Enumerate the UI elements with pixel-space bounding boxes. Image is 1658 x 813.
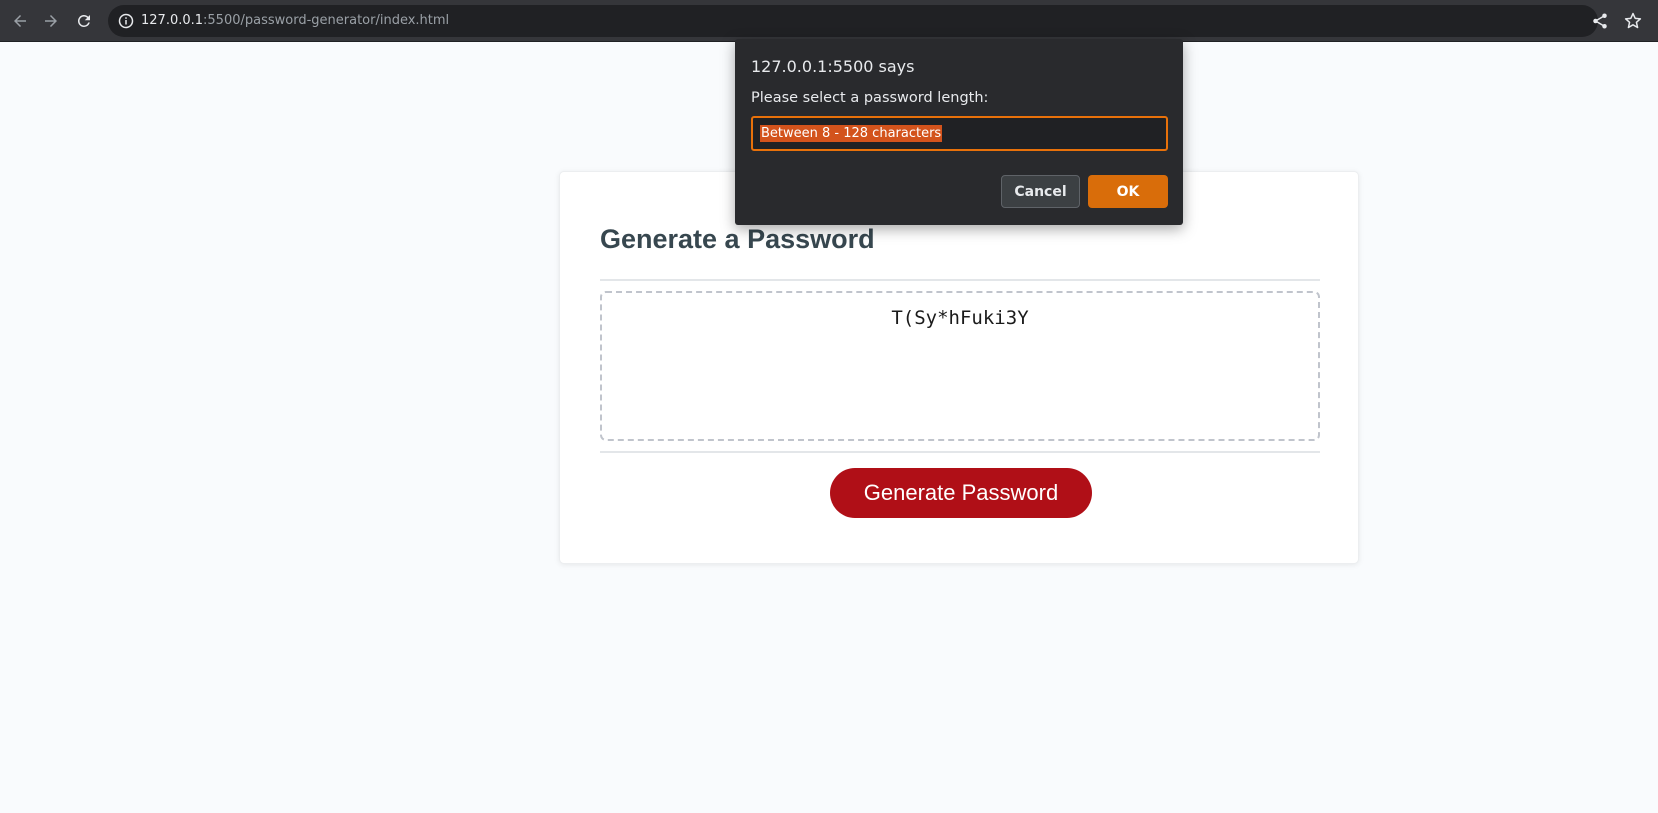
password-text: T(Sy*hFuki3Y (891, 307, 1029, 329)
forward-icon[interactable] (39, 9, 63, 33)
browser-toolbar: 127.0.0.1:5500/password-generator/index.… (0, 0, 1658, 42)
site-info-icon[interactable] (118, 13, 134, 29)
dialog-message: Please select a password length: (751, 90, 989, 106)
share-icon[interactable] (1591, 12, 1609, 30)
url-text: 127.0.0.1:5500/password-generator/index.… (141, 13, 450, 28)
input-value: Between 8 - 128 characters (760, 125, 943, 142)
cancel-button[interactable]: Cancel (1001, 175, 1080, 208)
back-icon[interactable] (8, 9, 32, 33)
reload-icon[interactable] (72, 9, 96, 33)
password-card: Generate a Password T(Sy*hFuki3Y Generat… (559, 171, 1359, 564)
password-length-input[interactable]: Between 8 - 128 characters (751, 116, 1168, 151)
bookmark-star-icon[interactable] (1623, 11, 1643, 31)
ok-button[interactable]: OK (1088, 175, 1168, 208)
address-bar[interactable]: 127.0.0.1:5500/password-generator/index.… (108, 5, 1598, 37)
generate-password-button[interactable]: Generate Password (830, 468, 1092, 518)
prompt-dialog: 127.0.0.1:5500 says Please select a pass… (735, 39, 1183, 225)
dialog-title: 127.0.0.1:5500 says (751, 57, 915, 76)
password-output[interactable]: T(Sy*hFuki3Y (600, 291, 1320, 441)
page-title: Generate a Password (600, 224, 875, 254)
divider (600, 279, 1320, 281)
divider (600, 451, 1320, 453)
